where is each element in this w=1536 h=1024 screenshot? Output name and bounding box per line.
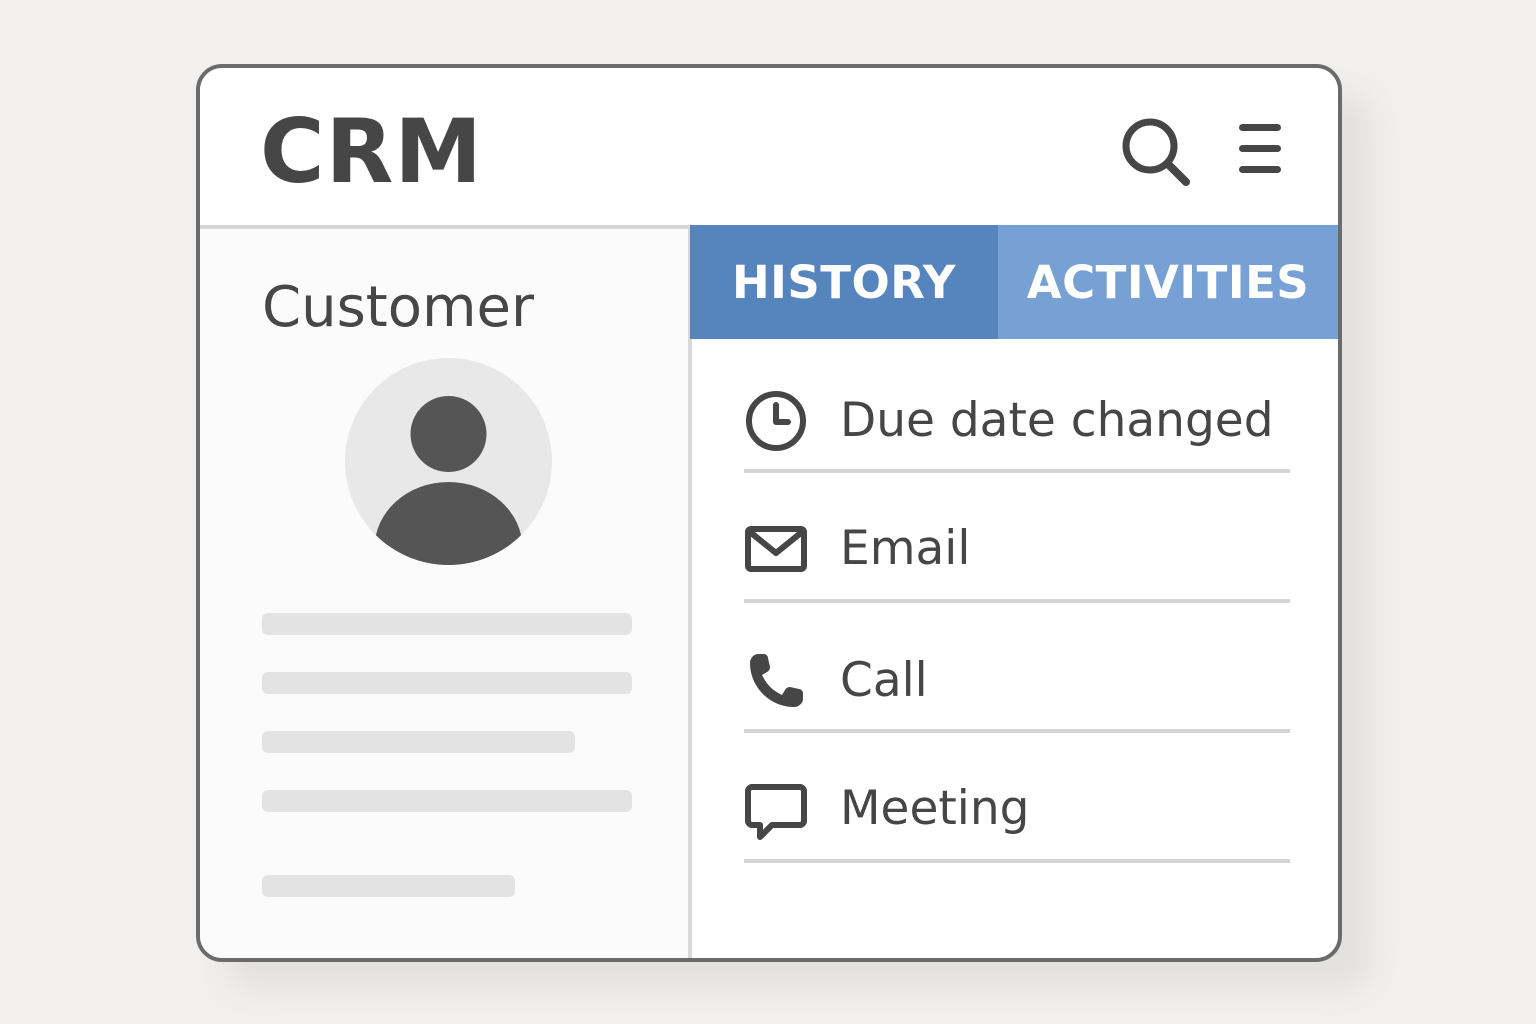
activity-item-meeting[interactable]: Meeting — [744, 729, 1290, 863]
tab-bar: HISTORY ACTIVITIES — [690, 225, 1338, 339]
info-placeholder-line — [262, 672, 632, 694]
activity-label: Email — [840, 521, 971, 576]
activity-label: Due date changed — [840, 393, 1274, 448]
app-title: CRM — [260, 100, 483, 203]
customer-panel: Customer — [200, 229, 688, 958]
chat-bubble-icon — [745, 784, 807, 840]
phone-icon — [750, 654, 803, 707]
app-header: CRM — [200, 68, 1338, 229]
tab-activities[interactable]: ACTIVITIES — [998, 225, 1338, 339]
crm-window: CRM Customer HISTORY ACTIVITIES Due date… — [196, 64, 1342, 962]
info-placeholder-line — [262, 613, 632, 635]
info-placeholder-line — [262, 731, 575, 753]
activity-label: Meeting — [840, 781, 1030, 836]
info-placeholder-line — [262, 790, 632, 812]
tab-history[interactable]: HISTORY — [690, 225, 998, 339]
activity-item-call[interactable]: Call — [744, 599, 1290, 733]
envelope-icon — [745, 526, 807, 572]
activity-item-email[interactable]: Email — [744, 469, 1290, 603]
activity-item-due-date[interactable]: Due date changed — [744, 339, 1290, 473]
user-avatar-icon — [345, 358, 552, 565]
activity-label: Call — [840, 653, 928, 708]
clock-icon — [746, 391, 806, 451]
info-placeholder-line — [262, 875, 515, 897]
activity-list: Due date changed Email Call Meeting — [692, 339, 1338, 958]
customer-title: Customer — [262, 275, 535, 340]
menu-icon[interactable] — [1236, 120, 1284, 178]
search-icon[interactable] — [1118, 114, 1194, 190]
